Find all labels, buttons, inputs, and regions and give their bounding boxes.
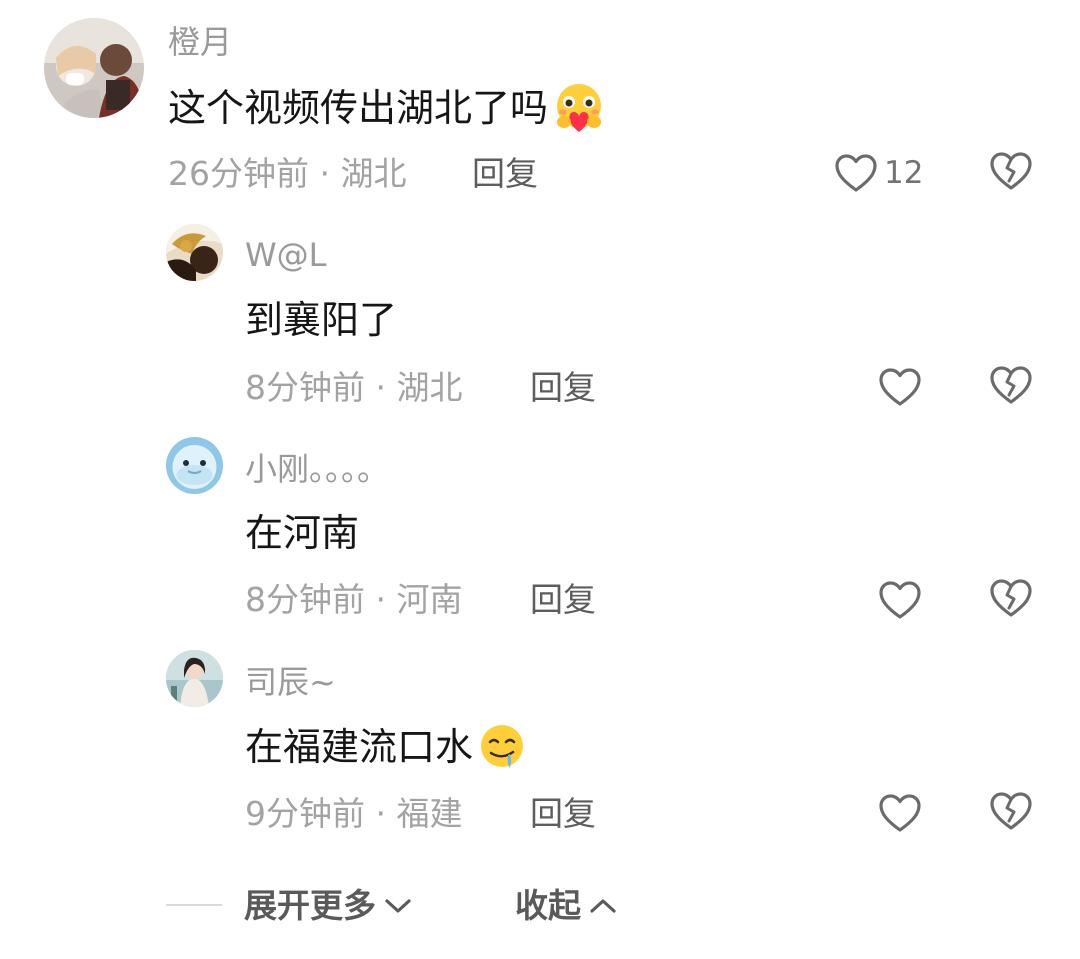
reply-button[interactable]: 回复 <box>530 580 596 620</box>
broken-heart-icon <box>989 151 1033 191</box>
expand-more-button[interactable]: 展开更多 <box>244 884 412 928</box>
heart-icon <box>834 153 878 193</box>
dislike-button[interactable] <box>989 791 1033 835</box>
reply-text-content: 到襄阳了 <box>245 298 398 342</box>
avatar[interactable] <box>166 437 223 494</box>
like-count: 12 <box>884 155 924 191</box>
reply-button[interactable]: 回复 <box>472 154 538 194</box>
username[interactable]: 司辰~ <box>245 662 336 702</box>
expand-more-label: 展开更多 <box>244 886 376 925</box>
chevron-up-icon <box>581 896 617 916</box>
broken-heart-icon <box>989 791 1033 831</box>
collapse-button[interactable]: 收起 <box>515 884 617 928</box>
broken-heart-icon <box>989 365 1033 405</box>
avatar[interactable] <box>166 650 223 707</box>
reply-button[interactable]: 回复 <box>530 794 596 834</box>
drooling-face-emoji-icon <box>477 722 527 772</box>
like-button[interactable] <box>878 365 922 409</box>
dislike-button[interactable] <box>989 365 1033 409</box>
avatar-image <box>44 18 144 118</box>
chevron-down-icon <box>376 896 412 916</box>
dislike-button[interactable] <box>989 151 1033 195</box>
username[interactable]: 橙月 <box>168 22 232 62</box>
like-button[interactable]: 12 <box>834 151 923 195</box>
heart-icon <box>878 367 922 407</box>
avatar-image <box>166 437 223 494</box>
reply-text-content: 在河南 <box>245 511 360 555</box>
heart-icon <box>878 580 922 620</box>
username[interactable]: 小刚。。。。 <box>245 449 389 489</box>
reply-text: 在福建流口水 <box>245 722 527 772</box>
divider <box>166 904 222 906</box>
avatar[interactable] <box>166 224 223 281</box>
avatar-image <box>166 224 223 281</box>
reply-meta: 8分钟前 · 河南 <box>245 580 463 619</box>
like-button[interactable] <box>878 578 922 622</box>
like-button[interactable] <box>878 791 922 835</box>
reply-meta: 8分钟前 · 湖北 <box>245 368 463 407</box>
comment-meta: 26分钟前 · 湖北 <box>168 154 407 193</box>
comment-text-content: 这个视频传出湖北了吗 <box>168 86 549 130</box>
reply-text: 在河南 <box>245 509 359 557</box>
reply-button[interactable]: 回复 <box>530 368 596 408</box>
collapse-label: 收起 <box>515 886 581 925</box>
reply-text: 到襄阳了 <box>245 296 397 344</box>
avatar[interactable] <box>44 18 144 118</box>
comment-text: 这个视频传出湖北了吗 <box>168 82 606 134</box>
heart-icon <box>878 793 922 833</box>
comment-thread: 橙月 这个视频传出湖北了吗 26分钟前 · 湖北 回复 12 W@L 到襄阳了 … <box>0 0 1080 959</box>
broken-heart-icon <box>989 578 1033 618</box>
avatar-image <box>166 650 223 707</box>
reply-meta: 9分钟前 · 福建 <box>245 794 463 833</box>
hugging-face-heart-emoji-icon <box>552 82 606 134</box>
reply-text-content: 在福建流口水 <box>245 725 474 769</box>
username[interactable]: W@L <box>245 235 326 275</box>
dislike-button[interactable] <box>989 578 1033 622</box>
